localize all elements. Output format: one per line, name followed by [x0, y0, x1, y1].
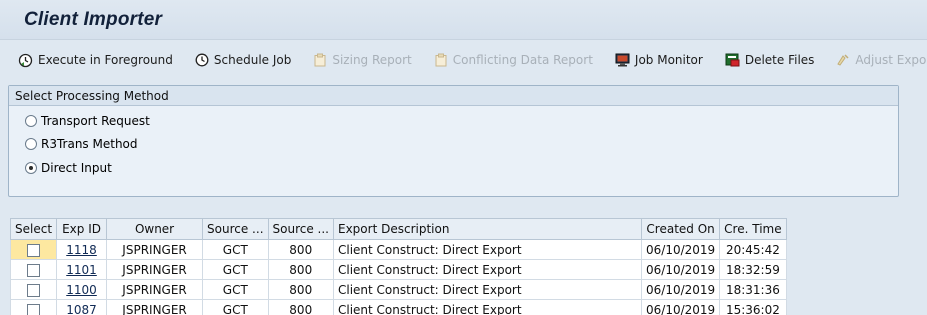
processing-method-heading: Select Processing Method	[9, 86, 898, 106]
schedule-job-button[interactable]: Schedule Job	[195, 53, 291, 67]
delete-files-label: Delete Files	[744, 53, 815, 67]
adjust-export-label: Adjust Export I	[855, 53, 927, 67]
export-table: Select Exp ID Owner Source ... Source ..…	[9, 218, 787, 315]
report-icon	[434, 53, 448, 67]
title-bar: Client Importer	[0, 0, 927, 40]
toolbar: Execute in Foreground Schedule Job Sizin…	[0, 41, 927, 79]
sizing-report-label: Sizing Report	[332, 53, 412, 67]
adjust-icon	[836, 53, 850, 67]
column-header-source-1[interactable]: Source ...	[202, 218, 269, 240]
created-on-cell: 06/10/2019	[640, 299, 721, 315]
source-client-cell: GCT	[202, 299, 269, 315]
conflicting-data-report-button[interactable]: Conflicting Data Report	[434, 53, 593, 67]
radio-r3trans-method[interactable]: R3Trans Method	[25, 137, 138, 151]
source-client-cell: GCT	[202, 239, 269, 260]
table-header-row: Select Exp ID Owner Source ... Source ..…	[9, 218, 787, 240]
time-cell: 20:45:42	[719, 239, 787, 260]
owner-cell: JSPRINGER	[106, 239, 204, 260]
description-cell: Client Construct: Direct Export	[333, 259, 642, 280]
source-cell: 800	[267, 259, 335, 280]
source-client-cell: GCT	[202, 259, 269, 280]
table-row: 1100 JSPRINGER GCT 800 Client Construct:…	[9, 279, 787, 300]
monitor-icon	[615, 53, 630, 67]
report-icon	[313, 53, 327, 67]
exp-id-link[interactable]: 1087	[56, 299, 108, 315]
owner-cell: JSPRINGER	[106, 279, 204, 300]
adjust-export-button[interactable]: Adjust Export I	[836, 53, 927, 67]
source-cell: 800	[267, 279, 335, 300]
sizing-report-button[interactable]: Sizing Report	[313, 53, 412, 67]
description-cell: Client Construct: Direct Export	[333, 279, 642, 300]
execute-clock-icon	[18, 53, 33, 68]
radio-button-icon[interactable]	[25, 138, 37, 150]
exp-id-link[interactable]: 1100	[56, 279, 108, 300]
column-header-export-description[interactable]: Export Description	[333, 218, 642, 240]
select-cell[interactable]	[9, 259, 58, 280]
owner-cell: JSPRINGER	[106, 259, 204, 280]
radio-label: Direct Input	[41, 161, 112, 175]
column-header-created-on[interactable]: Created On	[640, 218, 721, 240]
time-cell: 18:32:59	[719, 259, 787, 280]
exp-id-link[interactable]: 1101	[56, 259, 108, 280]
source-client-cell: GCT	[202, 279, 269, 300]
source-cell: 800	[267, 239, 335, 260]
owner-cell: JSPRINGER	[106, 299, 204, 315]
row-checkbox[interactable]	[27, 263, 41, 277]
conflicting-data-report-label: Conflicting Data Report	[452, 53, 593, 67]
radio-button-icon[interactable]	[25, 162, 37, 174]
row-checkbox[interactable]	[27, 303, 41, 315]
radio-direct-input[interactable]: Direct Input	[25, 161, 112, 175]
radio-button-icon[interactable]	[25, 115, 37, 127]
time-cell: 15:36:02	[719, 299, 787, 315]
clock-icon	[195, 53, 209, 67]
table-row: 1118 JSPRINGER GCT 800 Client Construct:…	[9, 239, 787, 260]
page-title: Client Importer	[24, 9, 163, 30]
column-header-exp-id[interactable]: Exp ID	[56, 218, 108, 240]
time-cell: 18:31:36	[719, 279, 787, 300]
column-header-owner[interactable]: Owner	[106, 218, 204, 240]
radio-label: Transport Request	[41, 114, 150, 128]
column-header-source-2[interactable]: Source ...	[267, 218, 335, 240]
column-header-cre-time[interactable]: Cre. Time	[719, 218, 787, 240]
column-header-select[interactable]: Select	[9, 218, 58, 240]
source-cell: 800	[267, 299, 335, 315]
delete-files-icon	[725, 53, 740, 67]
table-row: 1087 JSPRINGER GCT 800 Client Construct:…	[9, 299, 787, 315]
select-cell[interactable]	[9, 299, 58, 315]
created-on-cell: 06/10/2019	[640, 279, 721, 300]
exp-id-link[interactable]: 1118	[56, 239, 108, 260]
export-table-area: Select Exp ID Owner Source ... Source ..…	[0, 212, 927, 315]
delete-files-button[interactable]: Delete Files	[725, 53, 815, 67]
row-checkbox[interactable]	[27, 243, 41, 257]
row-checkbox[interactable]	[27, 283, 41, 297]
schedule-job-label: Schedule Job	[213, 53, 292, 67]
radio-label: R3Trans Method	[41, 137, 138, 151]
execute-in-foreground-button[interactable]: Execute in Foreground	[18, 53, 173, 68]
select-cell[interactable]	[9, 279, 58, 300]
radio-transport-request[interactable]: Transport Request	[25, 114, 150, 128]
table-row: 1101 JSPRINGER GCT 800 Client Construct:…	[9, 259, 787, 280]
created-on-cell: 06/10/2019	[640, 259, 721, 280]
job-monitor-button[interactable]: Job Monitor	[615, 53, 703, 67]
job-monitor-label: Job Monitor	[634, 53, 703, 67]
select-cell[interactable]	[9, 239, 58, 260]
description-cell: Client Construct: Direct Export	[333, 299, 642, 315]
created-on-cell: 06/10/2019	[640, 239, 721, 260]
execute-in-foreground-label: Execute in Foreground	[38, 53, 173, 67]
description-cell: Client Construct: Direct Export	[333, 239, 642, 260]
processing-method-panel: Select Processing Method Transport Reque…	[8, 85, 899, 197]
